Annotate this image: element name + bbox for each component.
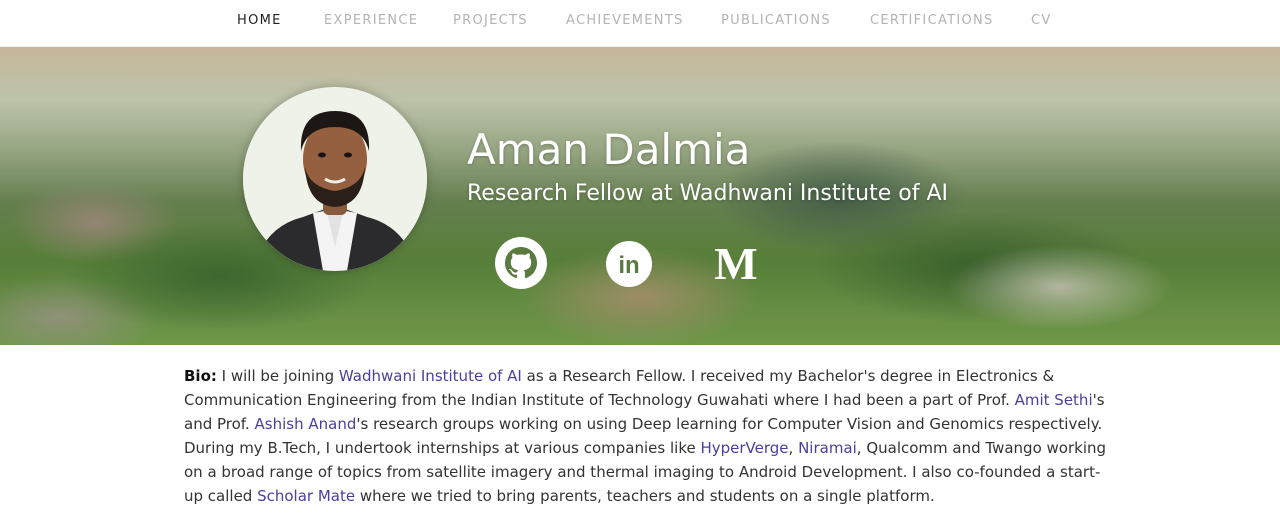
github-icon — [495, 237, 547, 289]
bio-text: I will be joining — [216, 367, 339, 385]
link-niramai[interactable]: Niramai — [798, 439, 857, 457]
top-nav: HOME EXPERIENCE PROJECTS ACHIEVEMENTS PU… — [0, 0, 1280, 47]
nav-experience[interactable]: EXPERIENCE — [324, 13, 418, 28]
nav-publications[interactable]: PUBLICATIONS — [721, 13, 831, 28]
hero-banner: Aman Dalmia Research Fellow at Wadhwani … — [0, 47, 1280, 345]
nav-projects[interactable]: PROJECTS — [453, 13, 528, 28]
bio-text: , — [788, 439, 799, 457]
medium-link[interactable]: M — [708, 237, 764, 289]
link-ashish-anand[interactable]: Ashish Anand — [255, 415, 357, 433]
medium-icon: M — [714, 238, 757, 289]
linkedin-link[interactable]: in — [603, 238, 655, 290]
github-link[interactable] — [493, 235, 549, 291]
bio-text: where we tried to bring parents, teacher… — [355, 487, 935, 505]
svg-text:M: M — [714, 238, 757, 287]
link-hyperverge[interactable]: HyperVerge — [700, 439, 788, 457]
linkedin-icon: in — [606, 241, 652, 287]
link-scholar-mate[interactable]: Scholar Mate — [257, 487, 355, 505]
nav-certifications[interactable]: CERTIFICATIONS — [870, 13, 994, 28]
nav-cv[interactable]: CV — [1031, 13, 1052, 28]
nav-achievements[interactable]: ACHIEVEMENTS — [566, 13, 684, 28]
link-amit-sethi[interactable]: Amit Sethi — [1015, 391, 1093, 409]
avatar — [243, 87, 427, 271]
svg-text:in: in — [618, 252, 639, 279]
link-wadhwani[interactable]: Wadhwani Institute of AI — [339, 367, 522, 385]
bio-label: Bio: — [184, 367, 217, 385]
page-title: Aman Dalmia — [467, 125, 751, 174]
bio-paragraph: Bio: I will be joining Wadhwani Institut… — [184, 364, 1114, 508]
subtitle: Research Fellow at Wadhwani Institute of… — [467, 181, 949, 206]
profile-photo — [243, 87, 427, 271]
nav-home[interactable]: HOME — [237, 13, 282, 28]
